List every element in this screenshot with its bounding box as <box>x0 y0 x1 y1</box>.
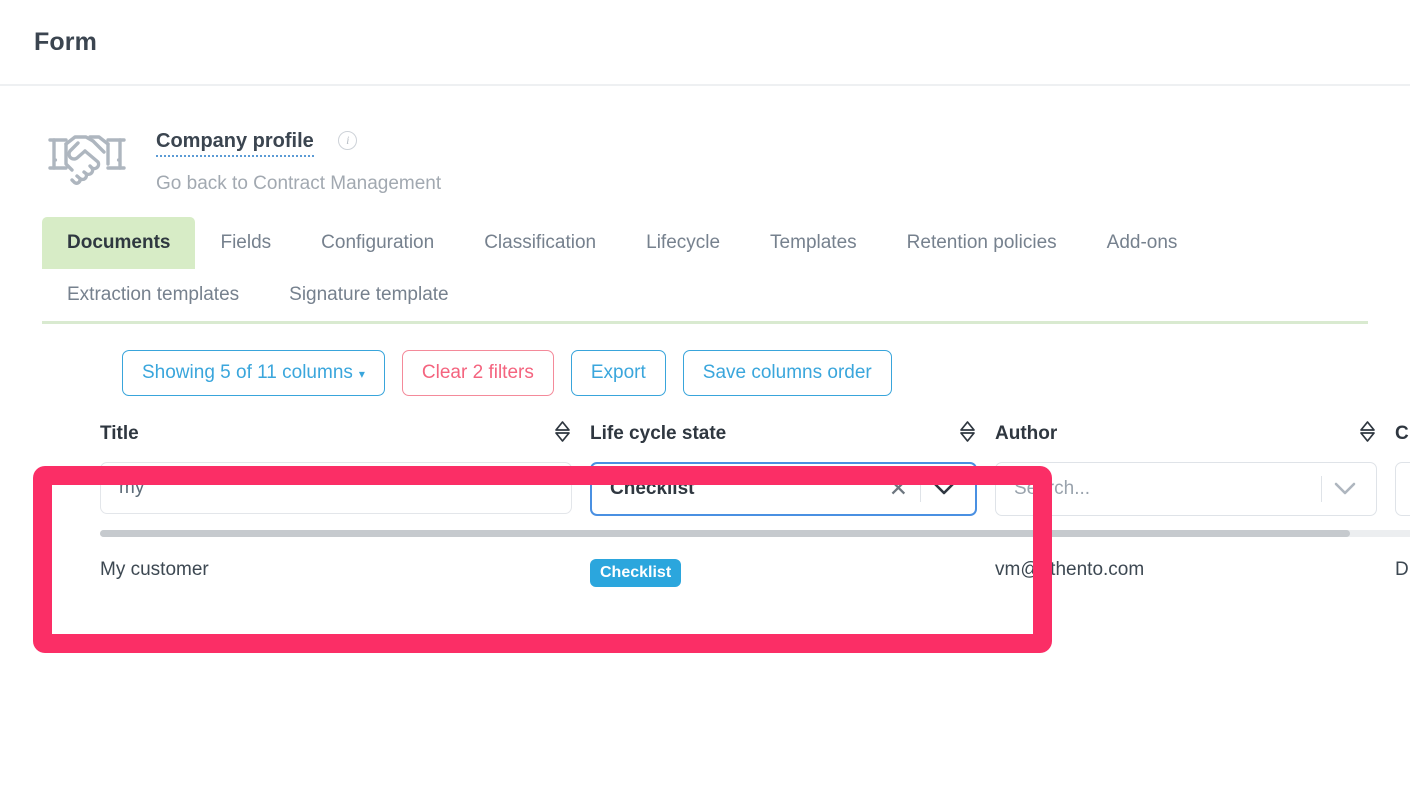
column-header-life-cycle-state[interactable]: Life cycle state <box>590 402 995 462</box>
life-cycle-state-selected-value: Checklist <box>610 478 877 500</box>
cell-truncated: D <box>1395 559 1410 587</box>
tab-fields[interactable]: Fields <box>195 217 296 269</box>
app-header: Form <box>0 0 1410 86</box>
tab-label: Configuration <box>321 232 434 253</box>
chevron-down-icon[interactable] <box>921 482 967 496</box>
life-cycle-state-filter-select[interactable]: Checklist ✕ <box>590 462 977 516</box>
info-icon[interactable]: i <box>338 131 357 150</box>
tab-label: Retention policies <box>907 232 1057 253</box>
tab-label: Documents <box>67 232 170 253</box>
close-icon[interactable]: ✕ <box>877 477 920 500</box>
tab-retention-policies[interactable]: Retention policies <box>882 217 1082 269</box>
scrollbar-thumb[interactable] <box>100 530 1350 537</box>
table-filter-row: Checklist ✕ Search... <box>100 462 1410 516</box>
author-filter-placeholder: Search... <box>1014 478 1321 500</box>
tab-templates[interactable]: Templates <box>745 217 882 269</box>
column-header-title[interactable]: Title <box>100 402 590 462</box>
column-header-label: C <box>1395 423 1409 445</box>
filter-cell-life-cycle-state: Checklist ✕ <box>590 462 995 516</box>
tab-label: Fields <box>220 232 271 253</box>
tab-configuration[interactable]: Configuration <box>296 217 459 269</box>
status-badge: Checklist <box>590 559 681 587</box>
author-filter-select[interactable]: Search... <box>995 462 1377 516</box>
documents-table: Title Life cycle state Author C <box>0 402 1410 516</box>
column-header-label: Author <box>995 423 1057 445</box>
horizontal-scrollbar[interactable] <box>100 530 1410 537</box>
tab-signature-template[interactable]: Signature template <box>264 269 474 321</box>
column-header-label: Title <box>100 423 139 445</box>
handshake-icon <box>46 126 128 186</box>
tab-label: Classification <box>484 232 596 253</box>
entity-text: Company profile i Go back to Contract Ma… <box>156 130 441 195</box>
cell-life-cycle-state: Checklist <box>590 559 995 587</box>
tab-label: Templates <box>770 232 857 253</box>
tab-extraction-templates[interactable]: Extraction templates <box>42 269 264 321</box>
page-title: Form <box>34 28 97 57</box>
sort-icon[interactable] <box>553 420 572 448</box>
entity-block: Company profile i Go back to Contract Ma… <box>0 86 1410 195</box>
tab-add-ons[interactable]: Add-ons <box>1082 217 1203 269</box>
table-header-row: Title Life cycle state Author C <box>100 402 1410 462</box>
cell-title: My customer <box>100 559 590 587</box>
sort-icon[interactable] <box>1358 420 1377 448</box>
column-header-truncated[interactable]: C <box>1395 402 1410 462</box>
export-button[interactable]: Export <box>571 350 666 396</box>
table-toolbar: Showing 5 of 11 columns ▾ Clear 2 filters… <box>0 324 1410 396</box>
filter-cell-title <box>100 462 590 516</box>
entity-name-link[interactable]: Company profile <box>156 130 314 157</box>
tab-label: Add-ons <box>1107 232 1178 253</box>
tab-lifecycle[interactable]: Lifecycle <box>621 217 745 269</box>
save-columns-order-label: Save columns order <box>703 362 872 383</box>
clear-filters-button[interactable]: Clear 2 filters <box>402 350 554 396</box>
tab-documents[interactable]: Documents <box>42 217 195 269</box>
go-back-link[interactable]: Go back to Contract Management <box>156 173 441 195</box>
column-header-author[interactable]: Author <box>995 402 1395 462</box>
columns-visibility-label: Showing 5 of 11 columns <box>142 362 353 383</box>
tabs-bar: Documents Fields Configuration Classific… <box>42 217 1368 324</box>
documents-table-area: Title Life cycle state Author C <box>0 402 1410 587</box>
tab-classification[interactable]: Classification <box>459 217 621 269</box>
title-filter-input[interactable] <box>100 462 572 514</box>
chevron-down-icon[interactable] <box>1322 482 1368 496</box>
truncated-filter-select[interactable] <box>1395 462 1410 516</box>
filter-cell-author: Search... <box>995 462 1395 516</box>
save-columns-order-button[interactable]: Save columns order <box>683 350 892 396</box>
sort-icon[interactable] <box>958 420 977 448</box>
clear-filters-label: Clear 2 filters <box>422 362 534 383</box>
table-row[interactable]: My customer Checklist vm@athento.com D <box>0 559 1410 587</box>
column-header-label: Life cycle state <box>590 423 726 445</box>
tabs-list: Documents Fields Configuration Classific… <box>42 217 1368 321</box>
filter-cell-truncated <box>1395 462 1410 516</box>
columns-visibility-button[interactable]: Showing 5 of 11 columns ▾ <box>122 350 385 396</box>
tab-label: Signature template <box>289 284 449 305</box>
tab-label: Lifecycle <box>646 232 720 253</box>
tab-label: Extraction templates <box>67 284 239 305</box>
cell-author: vm@athento.com <box>995 559 1395 587</box>
chevron-down-icon: ▾ <box>359 368 365 382</box>
export-label: Export <box>591 362 646 383</box>
